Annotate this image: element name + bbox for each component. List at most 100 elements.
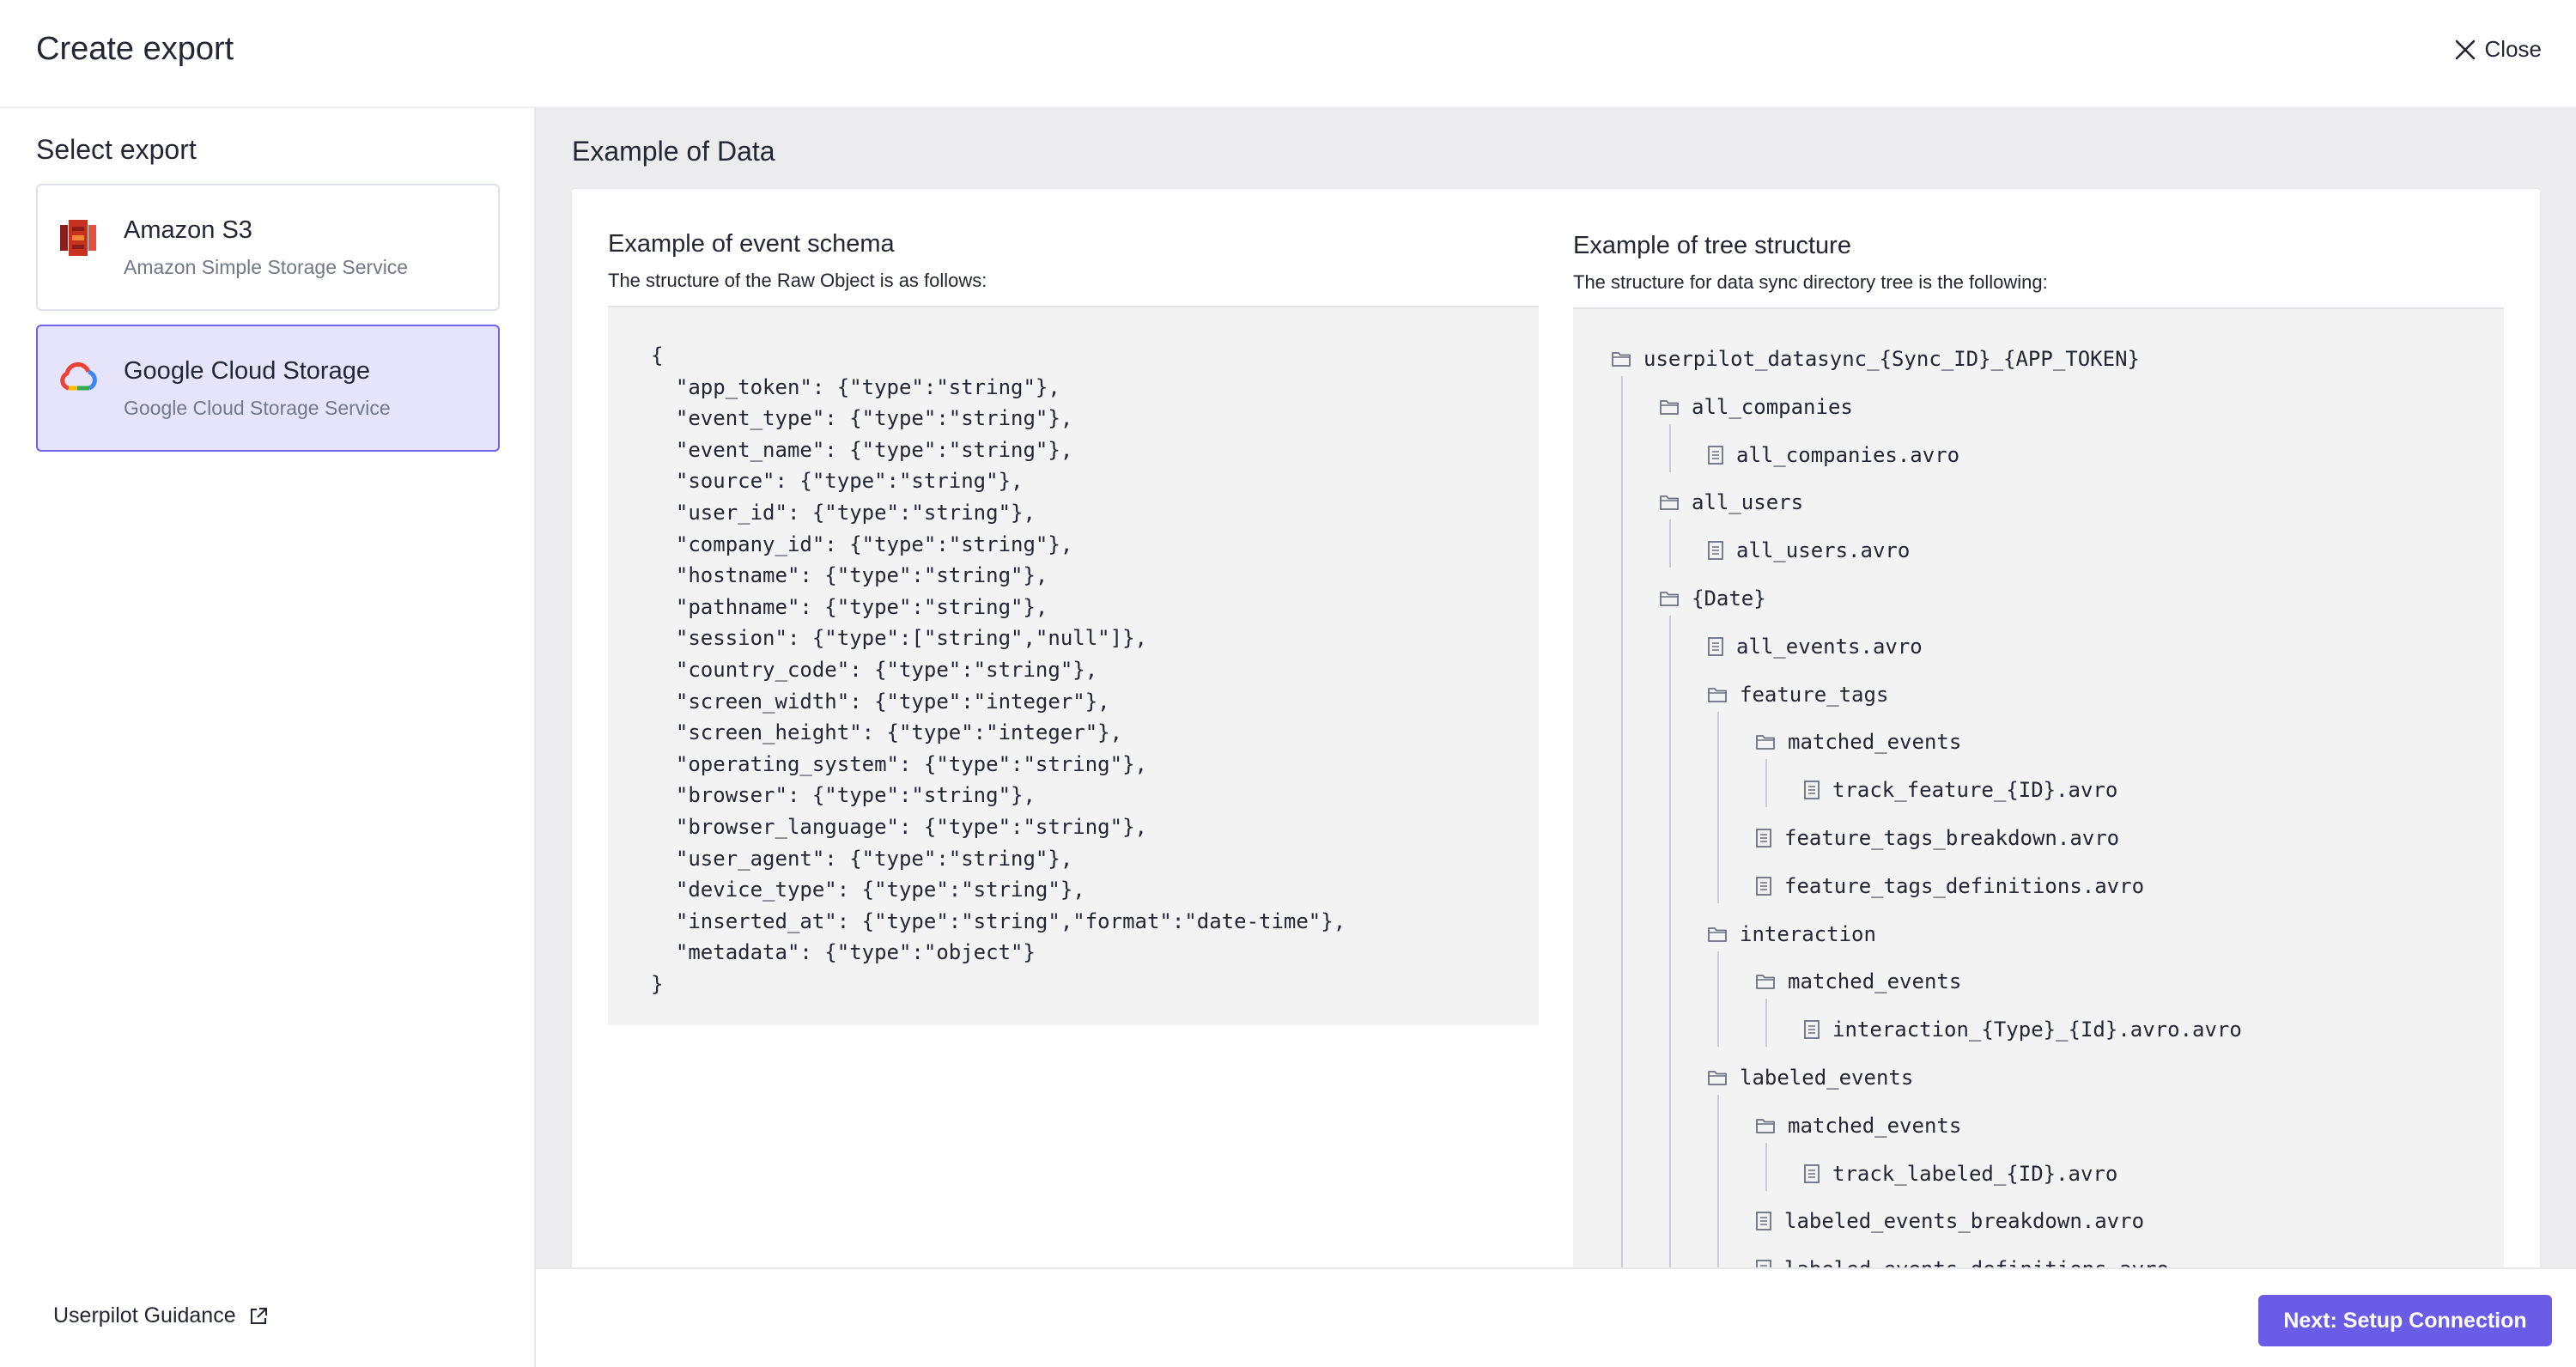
schema-code-line: "browser": {"type":"string"},	[651, 783, 1036, 808]
export-sidebar: Select export Amazon S3 Amazon Simple St…	[0, 108, 536, 1367]
tree-item-label: matched_events	[1788, 969, 1962, 994]
folder-icon	[1756, 1118, 1775, 1133]
file-icon	[1756, 829, 1771, 848]
tree-guide-line	[1717, 1095, 1719, 1267]
external-link-icon	[250, 1307, 267, 1324]
close-button[interactable]: Close	[2454, 36, 2542, 63]
folder-icon	[1660, 399, 1679, 415]
tree-file: track_feature_{ID}.avro	[1803, 773, 2117, 807]
export-option-description: Amazon Simple Storage Service	[124, 256, 409, 278]
event-schema-title: Example of event schema	[608, 230, 895, 258]
folder-icon	[1756, 975, 1775, 990]
tree-item-label: track_labeled_{ID}.avro	[1832, 1161, 2118, 1186]
export-option-name: Google Cloud Storage	[124, 357, 370, 385]
event-schema-code: { "app_token": {"type":"string"}, "event…	[608, 306, 1539, 1025]
file-icon	[1756, 876, 1771, 896]
example-data-title: Example of Data	[572, 136, 775, 167]
example-data-panel: Example of event schema The structure of…	[572, 189, 2540, 1267]
export-option-name: Amazon S3	[124, 216, 252, 244]
tree-folder: interaction	[1707, 917, 1876, 951]
export-option-google-cloud-storage[interactable]: Google Cloud Storage Google Cloud Storag…	[36, 325, 500, 452]
tree-file: feature_tags_definitions.avro	[1755, 869, 2144, 903]
event-schema-subtitle: The structure of the Raw Object is as fo…	[608, 270, 987, 291]
folder-icon	[1612, 352, 1631, 367]
google-cloud-icon	[60, 361, 97, 391]
schema-code-line: "screen_height": {"type":"integer"},	[651, 720, 1123, 745]
tree-item-label: feature_tags_breakdown.avro	[1784, 826, 2120, 850]
folder-icon	[1756, 735, 1775, 750]
example-data-area: Example of Data Example of event schema …	[536, 108, 2576, 1267]
file-icon	[1708, 541, 1723, 561]
schema-code-line: {	[651, 343, 664, 368]
close-label: Close	[2484, 36, 2542, 62]
tree-folder: all_companies	[1659, 390, 1853, 424]
tree-item-label: labeled_events_definitions.avro	[1784, 1257, 2169, 1267]
close-icon	[2455, 39, 2475, 59]
tree-folder: matched_events	[1755, 964, 1961, 999]
file-icon	[1756, 1260, 1771, 1267]
tree-file: all_companies.avro	[1707, 438, 1959, 472]
tree-item-label: userpilot_datasync_{Sync_ID}_{APP_TOKEN}	[1643, 347, 2140, 371]
export-option-description: Google Cloud Storage Service	[124, 397, 391, 419]
tree-guide-line	[1717, 711, 1719, 903]
tree-item-label: all_events.avro	[1736, 634, 1923, 659]
folder-icon	[1660, 495, 1679, 511]
tree-file: feature_tags_breakdown.avro	[1755, 821, 2119, 855]
schema-code-line: "metadata": {"type":"object"}	[651, 940, 1036, 965]
tree-item-label: feature_tags_definitions.avro	[1784, 873, 2145, 898]
schema-code-line: "event_type": {"type":"string"},	[651, 406, 1073, 431]
select-export-title: Select export	[36, 134, 197, 165]
directory-tree: userpilot_datasync_{Sync_ID}_{APP_TOKEN}…	[1573, 307, 2504, 1267]
tree-item-label: labeled_events_breakdown.avro	[1784, 1209, 2145, 1234]
file-icon	[1804, 1020, 1820, 1040]
tree-guide-line	[1765, 999, 1767, 1048]
tree-folder: userpilot_datasync_{Sync_ID}_{APP_TOKEN}	[1611, 342, 2140, 376]
schema-code-line: "event_name": {"type":"string"},	[651, 437, 1073, 462]
schema-code-line: "device_type": {"type":"string"},	[651, 878, 1085, 902]
schema-code-line: "pathname": {"type":"string"},	[651, 594, 1048, 619]
file-icon	[1756, 1212, 1771, 1231]
userpilot-guidance-link[interactable]: Userpilot Guidance	[53, 1303, 269, 1328]
folder-icon	[1660, 592, 1679, 606]
tree-guide-line	[1669, 616, 1671, 1267]
tree-folder: matched_events	[1755, 725, 1961, 759]
next-setup-connection-button[interactable]: Next: Setup Connection	[2258, 1295, 2552, 1346]
tree-guide-line	[1717, 951, 1719, 1048]
schema-code-line: "user_id": {"type":"string"},	[651, 500, 1036, 525]
schema-code-line: "operating_system": {"type":"string"},	[651, 751, 1147, 776]
tree-file: track_labeled_{ID}.avro	[1803, 1157, 2117, 1191]
modal-header: Create export Close	[0, 0, 2576, 108]
tree-guide-line	[1621, 376, 1623, 1267]
tree-folder: all_users	[1659, 485, 1803, 519]
tree-guide-line	[1669, 519, 1671, 568]
folder-icon	[1708, 687, 1727, 702]
tree-item-label: feature_tags	[1740, 682, 1889, 707]
file-icon	[1804, 781, 1820, 800]
tree-folder: feature_tags	[1707, 677, 1888, 712]
tree-file: labeled_events_definitions.avro	[1755, 1252, 2169, 1267]
schema-code-line: "source": {"type":"string"},	[651, 469, 1024, 494]
schema-code-line: "screen_width": {"type":"integer"},	[651, 689, 1110, 714]
schema-code-line: "hostname": {"type":"string"},	[651, 563, 1048, 588]
schema-code-line: "company_id": {"type":"string"},	[651, 532, 1073, 556]
page-title: Create export	[36, 31, 234, 67]
schema-code-line: "inserted_at": {"type":"string","format"…	[651, 908, 1346, 933]
tree-guide-line	[1669, 423, 1671, 472]
tree-item-label: all_companies.avro	[1736, 442, 1960, 467]
tree-item-label: interaction	[1740, 921, 1876, 946]
amazon-s3-icon	[60, 220, 96, 256]
tree-file: all_events.avro	[1707, 629, 1923, 664]
tree-item-label: interaction_{Type}_{Id}.avro.avro	[1832, 1018, 2242, 1042]
folder-icon	[1708, 1071, 1727, 1085]
tree-item-label: track_feature_{ID}.avro	[1832, 778, 2118, 803]
modal-footer: Next: Setup Connection	[536, 1267, 2576, 1367]
tree-folder: matched_events	[1755, 1109, 1961, 1143]
schema-code-line: "user_agent": {"type":"string"},	[651, 846, 1073, 871]
tree-folder: labeled_events	[1707, 1060, 1913, 1095]
schema-code-line: "session": {"type":["string","null"]},	[651, 626, 1147, 651]
tree-item-label: all_users.avro	[1736, 538, 1911, 563]
tree-item-label: all_users	[1692, 490, 1804, 515]
tree-item-label: {Date}	[1692, 586, 1766, 611]
file-icon	[1708, 445, 1723, 465]
export-option-amazon-s3[interactable]: Amazon S3 Amazon Simple Storage Service	[36, 184, 500, 311]
